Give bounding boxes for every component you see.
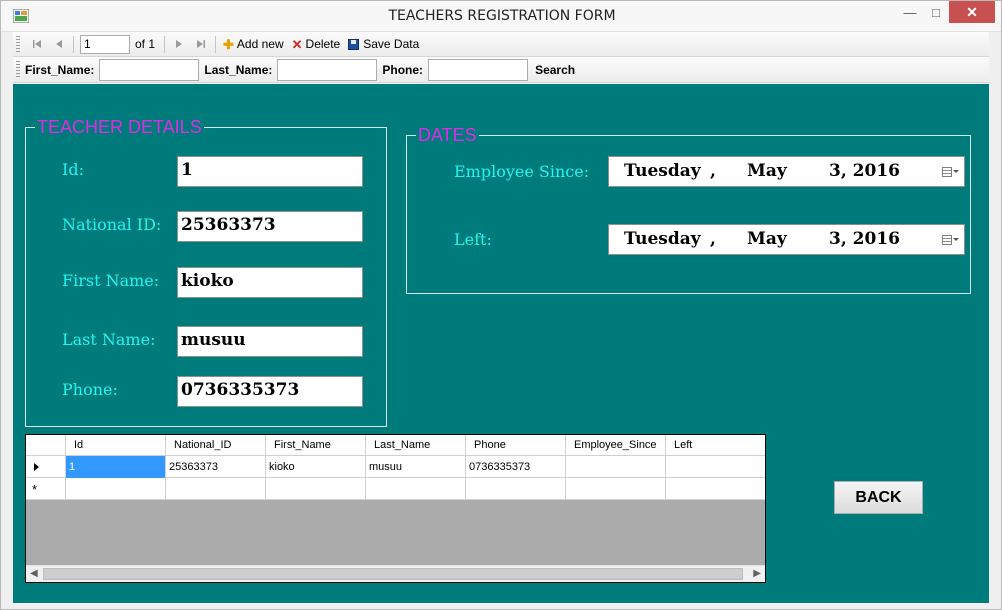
last-name-search-input[interactable] — [277, 58, 378, 81]
left-date-label: Left: — [454, 230, 492, 249]
employee-since-comma: , — [710, 161, 716, 181]
plus-icon: ✚ — [223, 36, 234, 52]
column-header-employee-since[interactable]: Employee_Since — [566, 435, 666, 456]
calendar-dropdown-icon[interactable] — [942, 234, 959, 245]
left-date-picker[interactable]: Tuesday , May 3, 2016 — [608, 224, 965, 255]
cell-id[interactable]: 1 — [66, 456, 166, 478]
new-cell[interactable] — [466, 478, 566, 500]
grid-corner-header[interactable] — [26, 435, 66, 456]
cell-first-name[interactable]: kioko — [266, 456, 366, 478]
phone-label: Phone: — [62, 380, 118, 399]
floppy-disk-icon — [348, 38, 360, 50]
first-name-search-label: First_Name: — [25, 62, 95, 77]
new-cell[interactable] — [566, 478, 666, 500]
phone-search-label: Phone: — [382, 62, 424, 77]
cell-employee-since[interactable] — [566, 456, 666, 478]
left-comma: , — [710, 229, 716, 249]
binding-navigator-toolbar: of 1 ✚ Add new ✕ Delete Save Data — [13, 32, 989, 57]
column-header-id[interactable]: Id — [66, 435, 166, 456]
window-title: TEACHERS REGISTRATION FORM — [388, 8, 616, 24]
toolbar-grip-icon[interactable] — [16, 35, 20, 53]
new-cell[interactable] — [266, 478, 366, 500]
column-header-national-id[interactable]: National_ID — [166, 435, 266, 456]
column-header-phone[interactable]: Phone — [466, 435, 566, 456]
toolbar-separator — [164, 35, 166, 53]
add-new-label: Add new — [236, 37, 284, 51]
left-month: May — [747, 229, 787, 249]
scroll-left-icon[interactable]: ◀ — [30, 568, 38, 579]
horizontal-scrollbar[interactable]: ◀ ▶ — [26, 565, 765, 582]
new-cell[interactable] — [366, 478, 466, 500]
phone-search-input[interactable] — [428, 58, 529, 81]
maximize-button[interactable]: □ — [923, 1, 949, 23]
grid-header-row: Id National_ID First_Name Last_Name Phon… — [26, 435, 765, 456]
delete-button[interactable]: ✕ Delete — [288, 34, 345, 54]
first-name-label: First Name: — [62, 271, 160, 290]
form-client-area: TEACHER DETAILS Id: 1 National ID: 25363… — [13, 84, 989, 603]
delete-label: Delete — [305, 37, 341, 51]
new-row-asterisk-icon[interactable]: * — [26, 478, 66, 500]
teachers-data-grid[interactable]: Id National_ID First_Name Last_Name Phon… — [25, 434, 766, 583]
toolbar-separator — [215, 35, 217, 53]
position-input[interactable] — [80, 34, 130, 54]
save-data-button[interactable]: Save Data — [344, 34, 423, 54]
employee-since-day: Tuesday — [624, 161, 701, 181]
last-name-search-label: Last_Name: — [204, 62, 273, 77]
id-field[interactable]: 1 — [177, 156, 363, 187]
dates-group: DATES Employee Since: Tuesday , May 3, 2… — [406, 125, 971, 294]
app-window: TEACHERS REGISTRATION FORM — □ ✕ of 1 ✚ … — [0, 0, 1002, 610]
last-name-label: Last Name: — [62, 330, 156, 349]
column-header-last-name[interactable]: Last_Name — [366, 435, 466, 456]
move-next-icon[interactable] — [168, 34, 190, 54]
scrollbar-thumb[interactable] — [43, 568, 743, 580]
title-bar[interactable]: TEACHERS REGISTRATION FORM — □ ✕ — [1, 1, 1001, 32]
cell-phone[interactable]: 0736335373 — [466, 456, 566, 478]
last-name-field[interactable]: musuu — [177, 326, 363, 357]
back-button[interactable]: BACK — [834, 481, 923, 514]
id-label: Id: — [62, 160, 84, 179]
teacher-details-group: TEACHER DETAILS Id: 1 National ID: 25363… — [25, 117, 387, 427]
employee-since-label: Employee Since: — [454, 162, 590, 181]
cell-left[interactable] — [666, 456, 765, 478]
move-first-icon[interactable] — [26, 34, 48, 54]
left-date: 3, 2016 — [829, 229, 900, 249]
dates-title: DATES — [416, 125, 479, 145]
calendar-dropdown-icon[interactable] — [942, 166, 959, 177]
move-last-icon[interactable] — [190, 34, 212, 54]
employee-since-date: 3, 2016 — [829, 161, 900, 181]
cell-last-name[interactable]: musuu — [366, 456, 466, 478]
current-row-indicator-icon[interactable] — [26, 456, 66, 478]
teacher-details-title: TEACHER DETAILS — [35, 117, 204, 137]
scroll-right-icon[interactable]: ▶ — [753, 568, 761, 579]
first-name-field[interactable]: kioko — [177, 267, 363, 298]
employee-since-month: May — [747, 161, 787, 181]
new-cell[interactable] — [166, 478, 266, 500]
new-cell[interactable] — [666, 478, 765, 500]
toolbar-grip-icon[interactable] — [16, 61, 20, 78]
search-toolbar: First_Name: Last_Name: Phone: Search — [13, 57, 989, 83]
minimize-button[interactable]: — — [897, 1, 923, 23]
cell-national-id[interactable]: 25363373 — [166, 456, 266, 478]
toolbar-separator — [73, 35, 74, 53]
new-row[interactable]: * — [26, 478, 765, 500]
national-id-field[interactable]: 25363373 — [177, 211, 363, 242]
column-header-left[interactable]: Left — [666, 435, 765, 456]
count-label: of 1 — [135, 37, 156, 51]
search-button[interactable]: Search — [535, 63, 575, 77]
left-day: Tuesday — [624, 229, 701, 249]
national-id-label: National ID: — [62, 215, 162, 234]
save-data-label: Save Data — [363, 37, 420, 51]
delete-x-icon: ✕ — [291, 36, 303, 52]
column-header-first-name[interactable]: First_Name — [266, 435, 366, 456]
add-new-button[interactable]: ✚ Add new — [219, 34, 288, 54]
move-previous-icon[interactable] — [48, 34, 70, 54]
table-row[interactable]: 1 25363373 kioko musuu 0736335373 — [26, 456, 765, 478]
first-name-search-input[interactable] — [99, 58, 200, 81]
phone-field[interactable]: 0736335373 — [177, 376, 363, 407]
close-button[interactable]: ✕ — [949, 1, 995, 23]
employee-since-date-picker[interactable]: Tuesday , May 3, 2016 — [608, 156, 965, 187]
new-cell[interactable] — [66, 478, 166, 500]
